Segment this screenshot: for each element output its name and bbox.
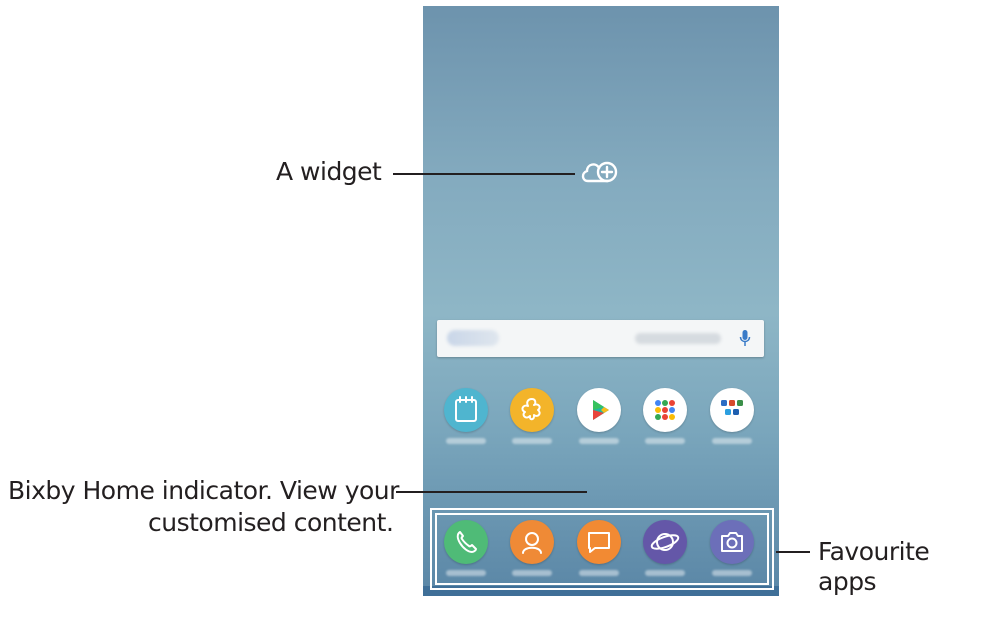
calendar-icon bbox=[444, 388, 488, 432]
app-gallery[interactable] bbox=[501, 388, 563, 444]
callout-favourites-label: Favourite apps bbox=[818, 537, 930, 596]
favourite-apps-highlight-inner bbox=[435, 513, 769, 585]
callout-bixby-line bbox=[396, 491, 587, 493]
app-label-play-store bbox=[579, 438, 619, 444]
app-play-store[interactable] bbox=[568, 388, 630, 444]
app-calendar[interactable] bbox=[435, 388, 497, 444]
play-store-icon bbox=[577, 388, 621, 432]
search-hint bbox=[635, 333, 721, 344]
google-search-bar[interactable] bbox=[437, 320, 764, 357]
microsoft-folder-icon bbox=[710, 388, 754, 432]
microphone-icon[interactable] bbox=[739, 329, 751, 347]
app-label-calendar bbox=[446, 438, 486, 444]
home-indicator-icon[interactable] bbox=[606, 401, 614, 415]
favourite-apps-highlight bbox=[430, 508, 774, 590]
google-folder-icon bbox=[643, 388, 687, 432]
app-label-gallery bbox=[512, 438, 552, 444]
app-microsoft-folder[interactable] bbox=[701, 388, 763, 444]
callout-bixby-label-line2: customised content. bbox=[148, 508, 394, 537]
cloud-add-icon[interactable] bbox=[578, 153, 622, 189]
app-google-folder[interactable] bbox=[634, 388, 696, 444]
app-label-google-folder bbox=[645, 438, 685, 444]
callout-widget-label: A widget bbox=[276, 157, 382, 186]
gallery-icon bbox=[510, 388, 554, 432]
callout-widget-line bbox=[393, 173, 575, 175]
app-label-microsoft-folder bbox=[712, 438, 752, 444]
callout-favourites-line bbox=[776, 551, 810, 553]
callout-bixby-label-line1: Bixby Home indicator. View your bbox=[8, 476, 399, 505]
google-logo bbox=[447, 330, 499, 346]
